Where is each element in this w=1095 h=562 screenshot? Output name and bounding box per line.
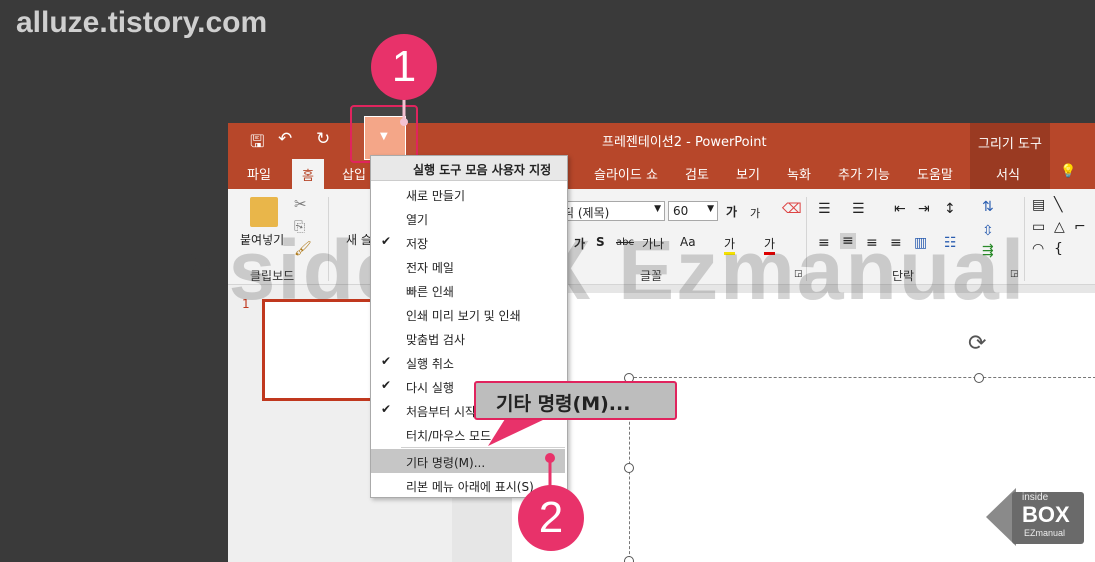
insidebox-logo: inside BOX EZmanual (986, 484, 1086, 550)
badge-2-pointer-dot (545, 453, 555, 463)
callout-pointer (488, 419, 545, 446)
annotation-overlay (400, 96, 555, 486)
callout-text: 기타 명령(M)... (496, 393, 631, 415)
logo-line3: EZmanual (1024, 528, 1066, 538)
step-badge-2: 2 (518, 485, 584, 551)
callout-box: 기타 명령(M)... (474, 381, 677, 420)
logo-line2: BOX (1022, 502, 1070, 527)
badge-1-pointer-dot (400, 118, 408, 126)
step-badge-1: 1 (371, 34, 437, 100)
